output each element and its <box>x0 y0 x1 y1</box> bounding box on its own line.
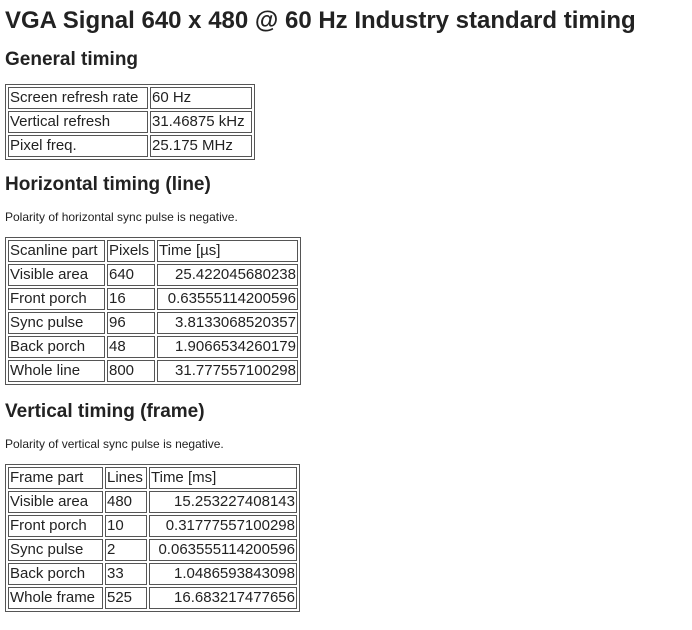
table-row: Sync pulse 2 0.063555114200596 <box>8 539 297 561</box>
table-cell: Back porch <box>8 563 103 585</box>
table-row: Back porch 48 1.9066534260179 <box>8 336 298 358</box>
table-cell: 0.31777557100298 <box>149 515 297 537</box>
table-cell: 525 <box>105 587 147 609</box>
vertical-timing-heading: Vertical timing (frame) <box>5 401 205 422</box>
table-cell: 3.8133068520357 <box>157 312 298 334</box>
table-header-row: Frame part Lines Time [ms] <box>8 467 297 489</box>
table-cell: 2 <box>105 539 147 561</box>
table-cell: 16.683217477656 <box>149 587 297 609</box>
table-cell: Front porch <box>8 288 105 310</box>
general-timing-table: Screen refresh rate 60 Hz Vertical refre… <box>5 84 255 160</box>
table-cell: 0.063555114200596 <box>149 539 297 561</box>
table-cell: 1.0486593843098 <box>149 563 297 585</box>
table-row: Front porch 10 0.31777557100298 <box>8 515 297 537</box>
table-cell: Sync pulse <box>8 539 103 561</box>
page-title: VGA Signal 640 x 480 @ 60 Hz Industry st… <box>5 7 636 34</box>
table-row: Vertical refresh 31.46875 kHz <box>8 111 252 133</box>
horizontal-timing-table: Scanline part Pixels Time [µs] Visible a… <box>5 237 301 385</box>
column-header: Pixels <box>107 240 155 262</box>
table-cell: 800 <box>107 360 155 382</box>
table-cell: Screen refresh rate <box>8 87 148 109</box>
table-cell: Pixel freq. <box>8 135 148 157</box>
vertical-timing-table: Frame part Lines Time [ms] Visible area … <box>5 464 300 612</box>
table-cell: Visible area <box>8 264 105 286</box>
table-cell: Vertical refresh <box>8 111 148 133</box>
horizontal-timing-heading: Horizontal timing (line) <box>5 174 211 195</box>
document-page: VGA Signal 640 x 480 @ 60 Hz Industry st… <box>0 0 692 612</box>
table-cell: Back porch <box>8 336 105 358</box>
table-cell: 31.777557100298 <box>157 360 298 382</box>
table-cell: 25.422045680238 <box>157 264 298 286</box>
table-row: Whole frame 525 16.683217477656 <box>8 587 297 609</box>
table-row: Sync pulse 96 3.8133068520357 <box>8 312 298 334</box>
column-header: Time [ms] <box>149 467 297 489</box>
table-cell: Whole line <box>8 360 105 382</box>
table-cell: 60 Hz <box>150 87 252 109</box>
table-row: Front porch 16 0.63555114200596 <box>8 288 298 310</box>
column-header: Time [µs] <box>157 240 298 262</box>
table-cell: 25.175 MHz <box>150 135 252 157</box>
column-header: Scanline part <box>8 240 105 262</box>
table-cell: 0.63555114200596 <box>157 288 298 310</box>
table-row: Screen refresh rate 60 Hz <box>8 87 252 109</box>
column-header: Lines <box>105 467 147 489</box>
table-row: Visible area 640 25.422045680238 <box>8 264 298 286</box>
table-header-row: Scanline part Pixels Time [µs] <box>8 240 298 262</box>
column-header: Frame part <box>8 467 103 489</box>
table-cell: 480 <box>105 491 147 513</box>
table-cell: 16 <box>107 288 155 310</box>
table-cell: 1.9066534260179 <box>157 336 298 358</box>
table-row: Whole line 800 31.777557100298 <box>8 360 298 382</box>
table-cell: 48 <box>107 336 155 358</box>
table-row: Pixel freq. 25.175 MHz <box>8 135 252 157</box>
table-cell: 15.253227408143 <box>149 491 297 513</box>
table-cell: 31.46875 kHz <box>150 111 252 133</box>
general-timing-heading: General timing <box>5 49 139 70</box>
table-cell: Front porch <box>8 515 103 537</box>
vertical-polarity-note: Polarity of vertical sync pulse is negat… <box>5 437 224 451</box>
table-cell: Visible area <box>8 491 103 513</box>
horizontal-polarity-note: Polarity of horizontal sync pulse is neg… <box>5 210 238 224</box>
table-cell: Sync pulse <box>8 312 105 334</box>
table-cell: 10 <box>105 515 147 537</box>
table-cell: 33 <box>105 563 147 585</box>
table-cell: Whole frame <box>8 587 103 609</box>
table-row: Back porch 33 1.0486593843098 <box>8 563 297 585</box>
table-row: Visible area 480 15.253227408143 <box>8 491 297 513</box>
table-cell: 96 <box>107 312 155 334</box>
table-cell: 640 <box>107 264 155 286</box>
